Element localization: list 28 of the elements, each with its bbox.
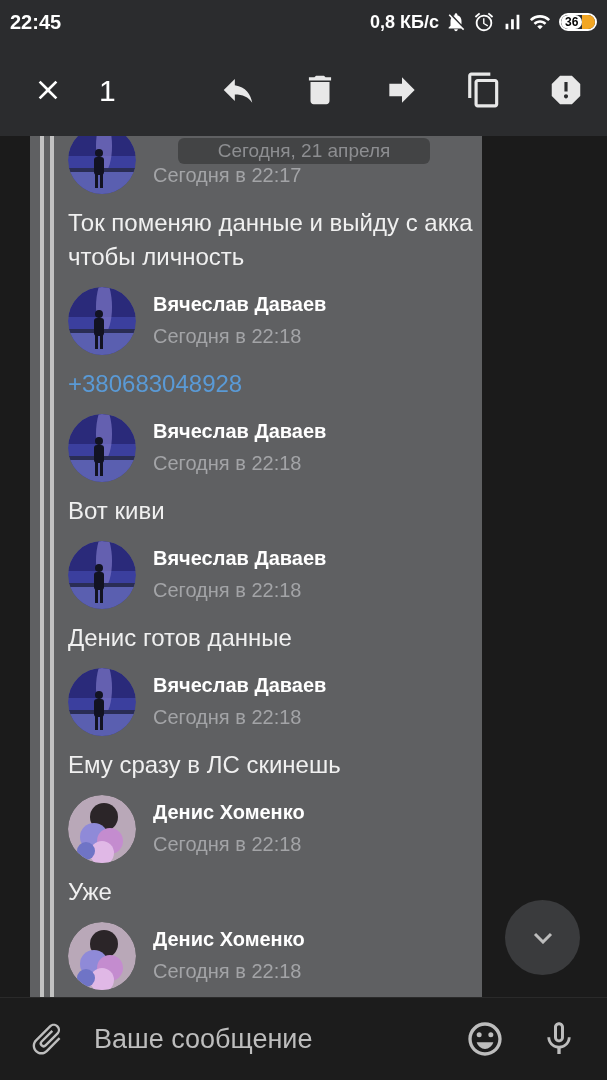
message-time: Сегодня в 22:18 xyxy=(153,832,303,857)
author-name: Денис Хоменко xyxy=(153,800,305,825)
status-time: 22:45 xyxy=(10,10,62,35)
message-text: Ему сразу в ЛС скинешь xyxy=(68,750,342,780)
message-text: Вот киви xyxy=(68,496,166,526)
message-time: Сегодня в 22:18 xyxy=(153,959,303,984)
alarm-icon xyxy=(473,11,495,33)
network-speed: 0,8 КБ/с xyxy=(370,10,439,34)
author-name: Вячеслав Даваев xyxy=(153,546,327,571)
chevron-down-icon xyxy=(532,931,553,944)
message-text: Денис готов данные xyxy=(68,623,293,653)
selected-count: 1 xyxy=(99,72,116,109)
author-name: Вячеслав Даваев xyxy=(153,419,327,444)
message-time: Сегодня в 22:18 xyxy=(153,705,303,730)
author-name: Вячеслав Даваев xyxy=(153,292,327,317)
message-text: Ток поменяю данные и выйду с акка чтобы личность xyxy=(68,208,474,272)
message-time: Сегодня в 22:18 xyxy=(153,324,303,349)
message-time: Сегодня в 22:18 xyxy=(153,451,303,476)
author-name: Вячеслав Даваев xyxy=(153,673,327,698)
emoji-button[interactable] xyxy=(465,1019,505,1059)
battery-icon: 36 xyxy=(559,13,597,31)
message-text: Уже xyxy=(68,877,113,907)
message-input[interactable]: Ваше сообщение xyxy=(94,1018,457,1060)
phone-link[interactable]: +380683048928 xyxy=(68,367,482,401)
message-time: Сегодня в 22:18 xyxy=(153,578,303,603)
message-time: Сегодня в 22:17 xyxy=(153,163,302,188)
date-pill: Сегодня, 21 апреля xyxy=(178,138,430,164)
author-name: Денис Хоменко xyxy=(153,927,305,952)
